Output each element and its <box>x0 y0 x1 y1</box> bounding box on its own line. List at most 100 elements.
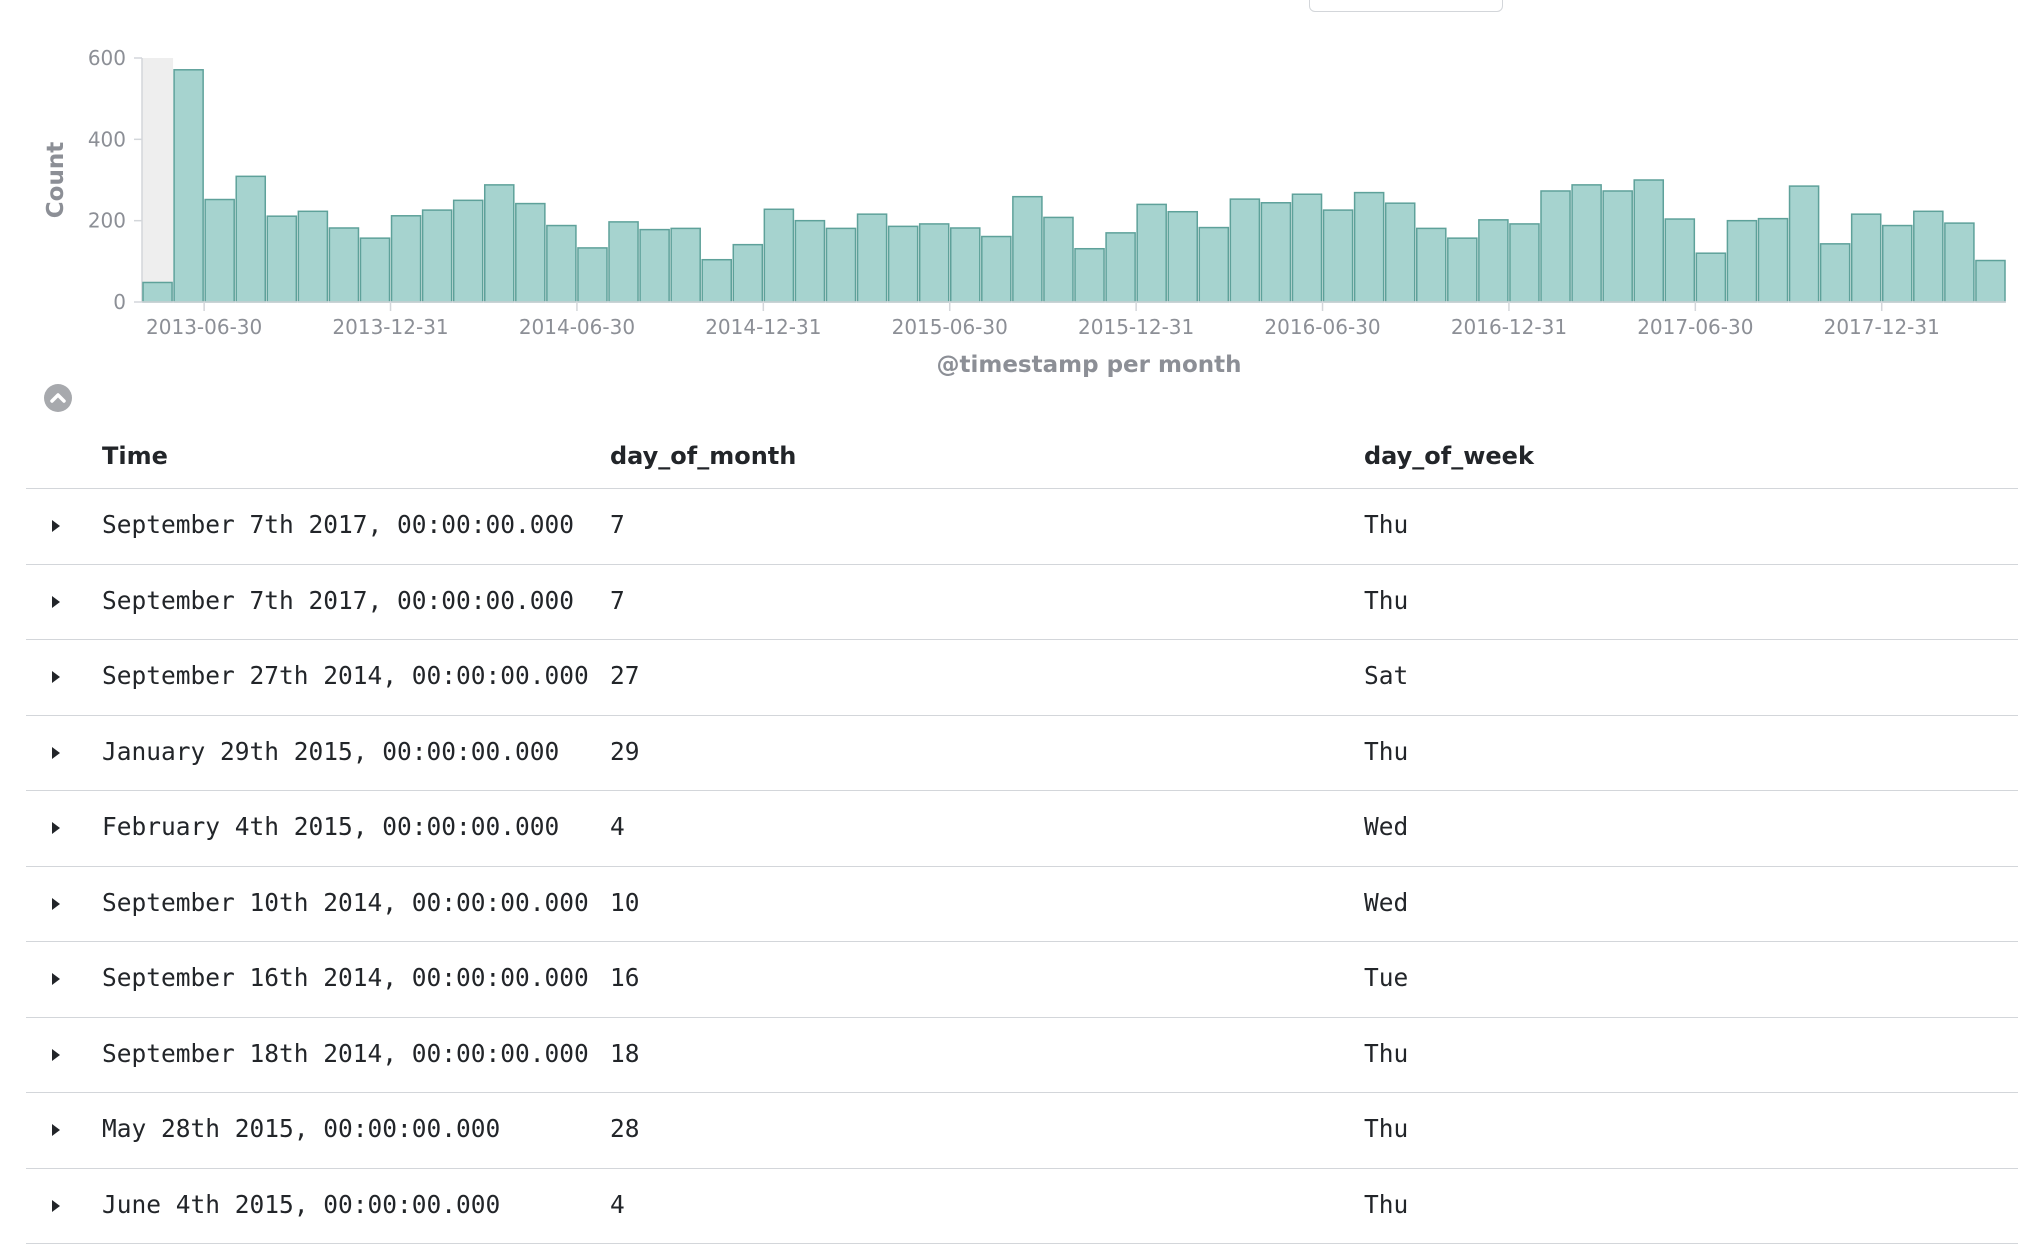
caret-right-icon[interactable] <box>50 819 62 837</box>
bar[interactable] <box>763 208 795 303</box>
caret-right-icon[interactable] <box>50 1121 62 1139</box>
bar[interactable] <box>1074 247 1105 303</box>
bar[interactable] <box>1881 224 1913 303</box>
documents-table: Time day_of_month day_of_week September … <box>26 424 2018 1244</box>
caret-right-icon[interactable] <box>50 593 62 611</box>
bar[interactable] <box>1478 219 1509 303</box>
column-header-day-of-month[interactable]: day_of_month <box>610 442 796 470</box>
bar[interactable] <box>1975 259 2006 303</box>
table-row[interactable]: September 10th 2014, 00:00:00.000 10 Wed <box>26 867 2018 942</box>
bar[interactable] <box>204 198 235 303</box>
bar[interactable] <box>670 227 701 303</box>
table-row[interactable]: February 4th 2015, 00:00:00.000 4 Wed <box>26 791 2018 867</box>
bar[interactable] <box>546 224 577 303</box>
bar[interactable] <box>732 243 764 303</box>
table-row[interactable]: September 18th 2014, 00:00:00.000 18 Thu <box>26 1018 2018 1093</box>
x-tick-label: 2017-06-30 <box>1637 315 1753 339</box>
bar[interactable] <box>918 223 950 303</box>
cell-day-of-month: 29 <box>610 736 640 766</box>
bar[interactable] <box>1136 203 1167 303</box>
cell-day-of-month: 28 <box>610 1114 640 1143</box>
bar[interactable] <box>1695 252 1727 303</box>
bar[interactable] <box>856 213 888 303</box>
bar[interactable] <box>1571 184 1602 303</box>
bar[interactable] <box>235 175 267 303</box>
bar[interactable] <box>1198 226 1230 303</box>
bar[interactable] <box>887 225 919 303</box>
bar[interactable] <box>421 209 453 303</box>
cell-day-of-month: 4 <box>610 1189 625 1219</box>
bar[interactable] <box>1105 232 1136 303</box>
bar[interactable] <box>1353 191 1385 303</box>
table-row[interactable]: September 27th 2014, 00:00:00.000 27 Sat <box>26 640 2018 716</box>
bar[interactable] <box>1819 243 1851 303</box>
column-header-time[interactable]: Time <box>102 442 168 470</box>
bar[interactable] <box>949 227 981 303</box>
bar[interactable] <box>1229 198 1261 303</box>
bar[interactable] <box>1757 217 1789 303</box>
bar[interactable] <box>359 237 391 303</box>
x-tick-label: 2016-12-31 <box>1451 315 1567 339</box>
bar[interactable] <box>1664 218 1696 303</box>
table-row[interactable]: January 29th 2015, 00:00:00.000 29 Thu <box>26 716 2018 791</box>
bar[interactable] <box>1913 210 1944 303</box>
bar[interactable] <box>1602 190 1633 303</box>
cell-day-of-week: Tue <box>1364 963 1409 992</box>
x-axis-title: @timestamp per month <box>936 352 1241 378</box>
bar[interactable] <box>297 210 329 303</box>
caret-right-icon[interactable] <box>50 895 62 913</box>
bar[interactable] <box>608 221 639 303</box>
bar[interactable] <box>515 202 546 303</box>
bar[interactable] <box>825 227 857 303</box>
bar[interactable] <box>1415 227 1447 303</box>
bar[interactable] <box>1509 223 1540 303</box>
bar[interactable] <box>981 235 1012 303</box>
cell-time: September 16th 2014, 00:00:00.000 <box>102 963 589 992</box>
bar[interactable] <box>1944 222 1975 303</box>
bar[interactable] <box>1322 209 1354 303</box>
bar[interactable] <box>266 215 298 303</box>
bar[interactable] <box>794 219 826 303</box>
x-tick-label: 2013-12-31 <box>332 315 448 339</box>
bar[interactable] <box>1384 202 1416 303</box>
table-row[interactable]: September 7th 2017, 00:00:00.000 7 Thu <box>26 565 2018 640</box>
bar[interactable] <box>1043 216 1074 303</box>
bar[interactable] <box>173 69 204 303</box>
column-header-day-of-week[interactable]: day_of_week <box>1364 442 1534 470</box>
caret-right-icon[interactable] <box>50 744 62 762</box>
caret-right-icon[interactable] <box>50 668 62 686</box>
bar[interactable] <box>639 228 670 303</box>
caret-right-icon[interactable] <box>50 1197 62 1215</box>
caret-right-icon[interactable] <box>50 970 62 988</box>
bar[interactable] <box>1260 202 1292 303</box>
x-tick-label: 2015-06-30 <box>892 315 1008 339</box>
cell-day-of-month: 10 <box>610 887 640 917</box>
table-row[interactable]: September 16th 2014, 00:00:00.000 16 Tue <box>26 942 2018 1018</box>
table-row[interactable]: September 7th 2017, 00:00:00.000 7 Thu <box>26 489 2018 565</box>
table-row[interactable]: May 28th 2015, 00:00:00.000 28 Thu <box>26 1093 2018 1169</box>
histogram-chart[interactable]: 0 200 400 600 Count 2013-06-30 2013-12-31 2014-… <box>0 0 2018 380</box>
bar[interactable] <box>390 215 422 303</box>
bar[interactable] <box>1726 219 1758 303</box>
cell-day-of-month: 7 <box>610 510 625 539</box>
cell-day-of-week: Thu <box>1364 1038 1409 1068</box>
table-row[interactable]: June 4th 2015, 00:00:00.000 4 Thu <box>26 1169 2018 1244</box>
bar[interactable] <box>1447 237 1478 303</box>
bar[interactable] <box>1788 185 1820 303</box>
bar[interactable] <box>328 227 360 303</box>
bar[interactable] <box>1167 210 1199 303</box>
bar[interactable] <box>1291 193 1323 303</box>
bar[interactable] <box>483 184 515 303</box>
caret-right-icon[interactable] <box>50 1046 62 1064</box>
bar[interactable] <box>1633 179 1665 303</box>
bar[interactable] <box>577 247 608 303</box>
caret-right-icon[interactable] <box>50 517 62 535</box>
chevron-up-icon[interactable] <box>44 384 72 412</box>
bar[interactable] <box>1850 213 1882 303</box>
bar[interactable] <box>142 281 173 303</box>
bar[interactable] <box>701 258 733 303</box>
bar[interactable] <box>452 199 484 303</box>
bar[interactable] <box>1540 190 1571 303</box>
bar[interactable] <box>1012 195 1043 303</box>
cell-time: September 10th 2014, 00:00:00.000 <box>102 887 589 917</box>
